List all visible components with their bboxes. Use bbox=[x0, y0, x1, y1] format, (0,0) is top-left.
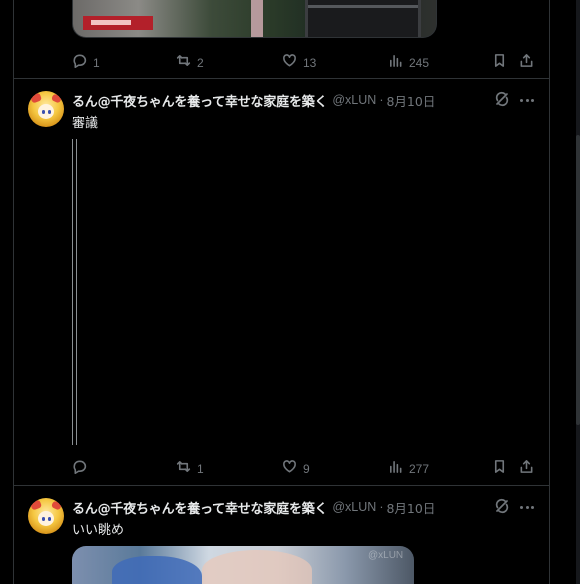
header-separator: · bbox=[379, 500, 384, 514]
header-separator: · bbox=[379, 93, 384, 107]
retweet-count: 1 bbox=[197, 462, 204, 476]
timeline-left-border bbox=[13, 0, 14, 584]
author-handle[interactable]: @xLUN bbox=[332, 500, 376, 514]
bookmark-icon bbox=[494, 53, 505, 67]
share-button[interactable] bbox=[519, 456, 534, 476]
bookmark-icon bbox=[494, 459, 505, 473]
retweet-icon bbox=[176, 460, 191, 472]
grok-button[interactable] bbox=[494, 498, 512, 516]
avatar[interactable] bbox=[28, 498, 64, 534]
video-embed-frame[interactable] bbox=[72, 139, 77, 445]
retweet-count: 2 bbox=[197, 56, 204, 70]
bookmark-button[interactable] bbox=[492, 50, 507, 70]
image-detail bbox=[112, 556, 202, 584]
analytics-icon bbox=[390, 460, 402, 473]
avatar-detail bbox=[48, 110, 51, 114]
tweet-header: るん@千夜ちゃんを養って幸せな家庭を築く @xLUN · 8月10日 bbox=[72, 498, 435, 517]
share-icon bbox=[520, 459, 533, 473]
reply-button[interactable]: 1 bbox=[72, 50, 100, 70]
tweet-action-bar: 1 9 277 bbox=[72, 456, 538, 476]
avatar-detail bbox=[42, 517, 45, 521]
analytics-icon bbox=[390, 54, 402, 67]
tweet-date[interactable]: 8月10日 bbox=[386, 498, 435, 517]
avatar-detail bbox=[42, 110, 45, 114]
heart-icon bbox=[283, 53, 296, 66]
share-button[interactable] bbox=[519, 50, 534, 70]
like-count: 13 bbox=[303, 56, 317, 70]
reply-count: 1 bbox=[93, 56, 100, 70]
avatar[interactable] bbox=[28, 91, 64, 127]
timeline-right-border bbox=[549, 0, 550, 584]
tweet-action-bar: 1 2 13 245 bbox=[72, 50, 538, 70]
author-display-name[interactable]: るん@千夜ちゃんを養って幸せな家庭を築く bbox=[72, 91, 328, 110]
right-panel-edge bbox=[576, 0, 580, 584]
avatar-detail bbox=[29, 92, 43, 104]
image-watermark: @xLUN bbox=[368, 550, 404, 561]
tweet-divider bbox=[14, 485, 549, 486]
tweet-header: るん@千夜ちゃんを養って幸せな家庭を築く @xLUN · 8月10日 bbox=[72, 91, 435, 110]
grok-icon bbox=[495, 498, 509, 514]
views-button[interactable]: 277 bbox=[388, 456, 429, 476]
avatar-detail bbox=[38, 104, 54, 119]
author-handle[interactable]: @xLUN bbox=[332, 93, 376, 107]
scrollbar-thumb[interactable] bbox=[576, 135, 580, 425]
tweet-media-image[interactable]: @xLUN bbox=[72, 546, 414, 584]
like-count: 9 bbox=[303, 462, 310, 476]
bookmark-button[interactable] bbox=[492, 456, 507, 476]
grok-button[interactable] bbox=[494, 91, 512, 109]
views-button[interactable]: 245 bbox=[388, 50, 429, 70]
more-options-icon[interactable] bbox=[518, 91, 536, 109]
grok-icon bbox=[495, 91, 509, 107]
retweet-button[interactable]: 1 bbox=[176, 456, 204, 476]
retweet-button[interactable]: 2 bbox=[176, 50, 204, 70]
views-count: 277 bbox=[409, 462, 430, 476]
like-button[interactable]: 9 bbox=[282, 456, 310, 476]
share-icon bbox=[520, 53, 533, 67]
tweet-text: 審議 bbox=[72, 116, 99, 131]
reply-icon bbox=[73, 54, 87, 68]
image-detail bbox=[83, 16, 153, 30]
tweet-text: いい眺め bbox=[72, 523, 125, 538]
tweet-media-image[interactable] bbox=[72, 0, 437, 38]
views-count: 245 bbox=[409, 56, 430, 70]
more-options-icon[interactable] bbox=[518, 498, 536, 516]
avatar-detail bbox=[38, 511, 54, 526]
avatar-detail bbox=[48, 517, 51, 521]
avatar-detail bbox=[50, 500, 63, 511]
image-detail bbox=[251, 0, 263, 37]
like-button[interactable]: 13 bbox=[282, 50, 316, 70]
heart-icon bbox=[283, 459, 296, 472]
tweet-date[interactable]: 8月10日 bbox=[386, 91, 435, 110]
author-display-name[interactable]: るん@千夜ちゃんを養って幸せな家庭を築く bbox=[72, 498, 328, 517]
reply-icon bbox=[73, 460, 87, 474]
tweet-divider bbox=[14, 78, 549, 79]
avatar-detail bbox=[50, 93, 63, 104]
image-detail bbox=[305, 0, 421, 37]
reply-button[interactable] bbox=[72, 456, 93, 476]
image-detail bbox=[202, 550, 312, 584]
retweet-icon bbox=[176, 54, 191, 66]
avatar-detail bbox=[29, 499, 43, 511]
